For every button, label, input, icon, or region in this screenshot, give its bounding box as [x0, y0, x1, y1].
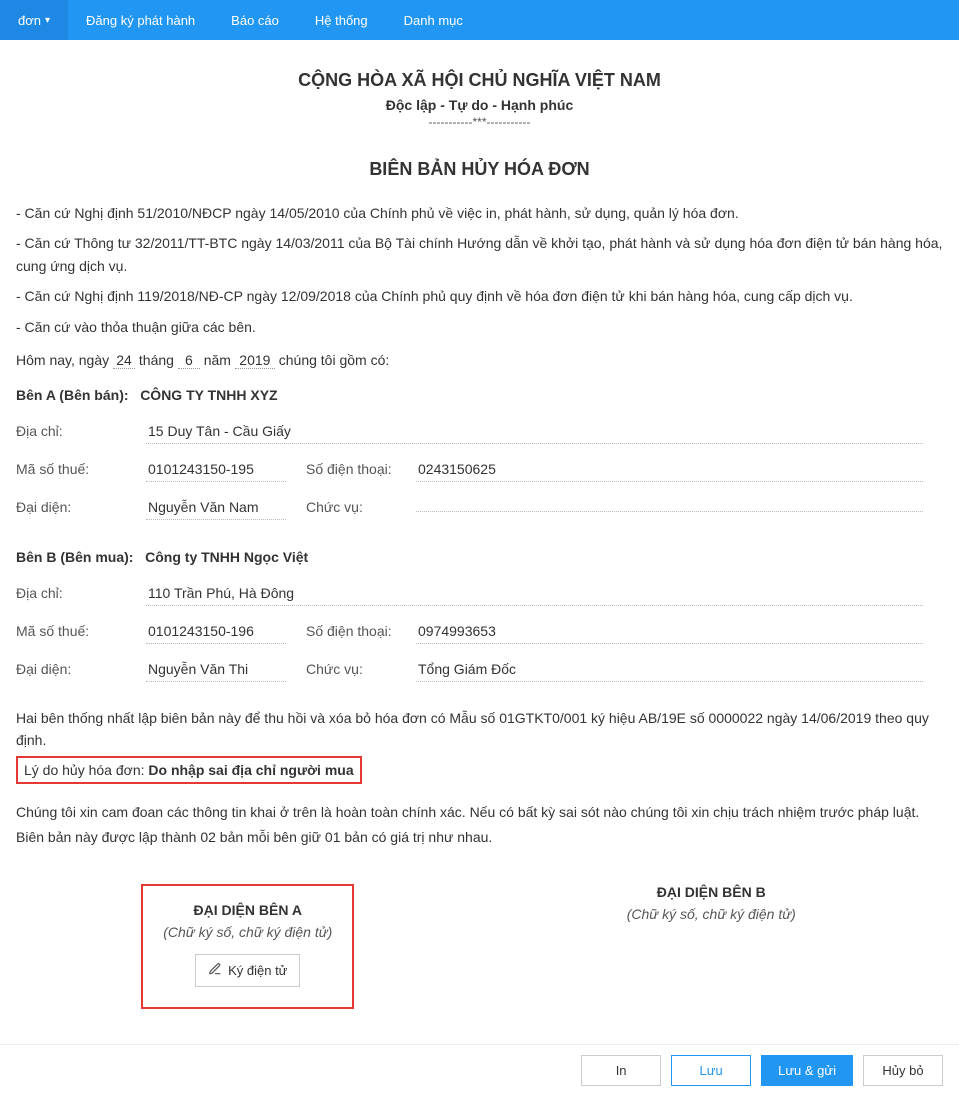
- label-tax: Mã số thuế:: [16, 461, 146, 477]
- cancel-button[interactable]: Hủy bỏ: [863, 1055, 943, 1086]
- basis-line: - Căn cứ vào thỏa thuận giữa các bên.: [16, 316, 943, 338]
- top-navbar: đơn ▾ Đăng ký phát hành Báo cáo Hệ thống…: [0, 0, 959, 40]
- document-title: BIÊN BẢN HỦY HÓA ĐƠN: [16, 159, 943, 180]
- label-phone: Số điện thoại:: [306, 461, 416, 477]
- party-b-position[interactable]: Tổng Giám Đốc: [416, 657, 923, 682]
- label-rep: Đại diện:: [16, 661, 146, 677]
- nav-item-don[interactable]: đơn ▾: [0, 0, 68, 40]
- party-a-phone[interactable]: 0243150625: [416, 457, 923, 482]
- signature-a-sub: (Chữ ký số, chữ ký điện tử): [163, 924, 332, 940]
- date-suffix: chúng tôi gồm có:: [279, 352, 390, 368]
- party-b-phone[interactable]: 0974993653: [416, 619, 923, 644]
- chevron-down-icon: ▾: [45, 15, 50, 26]
- basis-line: - Căn cứ Thông tư 32/2011/TT-BTC ngày 14…: [16, 232, 943, 277]
- print-button[interactable]: In: [581, 1055, 661, 1086]
- party-a-label: Bên A (Bên bán):: [16, 387, 129, 403]
- date-month[interactable]: 6: [178, 352, 200, 369]
- date-month-label: tháng: [139, 352, 174, 368]
- label-phone: Số điện thoại:: [306, 623, 416, 639]
- party-b-title-row: Bên B (Bên mua): Công ty TNHH Ngọc Việt: [16, 549, 943, 565]
- party-b-address[interactable]: 110 Trần Phú, Hà Đông: [146, 581, 923, 606]
- party-b-company: Công ty TNHH Ngọc Việt: [145, 549, 308, 565]
- signature-a-title: ĐẠI DIỆN BÊN A: [163, 902, 332, 918]
- signature-party-a: ĐẠI DIỆN BÊN A (Chữ ký số, chữ ký điện t…: [16, 884, 480, 1009]
- national-title: CỘNG HÒA XÃ HỘI CHỦ NGHĨA VIỆT NAM: [16, 70, 943, 91]
- date-prefix: Hôm nay, ngày: [16, 352, 109, 368]
- agreement-text: Hai bên thống nhất lập biên bản này để t…: [16, 707, 943, 752]
- label-tax: Mã số thuế:: [16, 623, 146, 639]
- date-year-label: năm: [204, 352, 231, 368]
- nav-item-bao-cao[interactable]: Báo cáo: [213, 0, 297, 40]
- sign-button-label: Ký điện tử: [228, 963, 287, 978]
- party-a-address[interactable]: 15 Duy Tân - Cầu Giấy: [146, 419, 923, 444]
- label-rep: Đại diện:: [16, 499, 146, 515]
- confirm-text: Chúng tôi xin cam đoan các thông tin kha…: [16, 800, 943, 850]
- basis-line: - Căn cứ Nghị định 51/2010/NĐCP ngày 14/…: [16, 202, 943, 224]
- header-divider: -----------***-----------: [16, 115, 943, 129]
- signature-a-highlight: ĐẠI DIỆN BÊN A (Chữ ký số, chữ ký điện t…: [141, 884, 354, 1009]
- digital-sign-button[interactable]: Ký điện tử: [195, 954, 300, 987]
- document-body: CỘNG HÒA XÃ HỘI CHỦ NGHĨA VIỆT NAM Độc l…: [0, 40, 959, 1044]
- basis-line: - Căn cứ Nghị định 119/2018/NĐ-CP ngày 1…: [16, 285, 943, 307]
- party-a-title-row: Bên A (Bên bán): CÔNG TY TNHH XYZ: [16, 387, 943, 403]
- nav-item-label: đơn: [18, 13, 41, 28]
- signature-area: ĐẠI DIỆN BÊN A (Chữ ký số, chữ ký điện t…: [16, 884, 943, 1009]
- date-day[interactable]: 24: [113, 352, 135, 369]
- party-b-label: Bên B (Bên mua):: [16, 549, 133, 565]
- save-send-button[interactable]: Lưu & gửi: [761, 1055, 853, 1086]
- party-b-tax[interactable]: 0101243150-196: [146, 619, 286, 644]
- party-a-company: CÔNG TY TNHH XYZ: [140, 387, 277, 403]
- party-a-tax[interactable]: 0101243150-195: [146, 457, 286, 482]
- confirm-line: Chúng tôi xin cam đoan các thông tin kha…: [16, 800, 943, 825]
- signature-b-title: ĐẠI DIỆN BÊN B: [480, 884, 944, 900]
- national-motto: Độc lập - Tự do - Hạnh phúc: [16, 97, 943, 113]
- party-a-rep[interactable]: Nguyễn Văn Nam: [146, 495, 286, 520]
- save-button[interactable]: Lưu: [671, 1055, 751, 1086]
- party-a-position[interactable]: [416, 503, 923, 512]
- nav-item-dang-ky[interactable]: Đăng ký phát hành: [68, 0, 213, 40]
- footer-toolbar: In Lưu Lưu & gửi Hủy bỏ: [0, 1044, 959, 1096]
- label-address: Địa chỉ:: [16, 585, 146, 601]
- cancel-reason-value: Do nhập sai địa chỉ người mua: [148, 762, 353, 778]
- label-address: Địa chỉ:: [16, 423, 146, 439]
- cancel-reason-label: Lý do hủy hóa đơn:: [24, 762, 148, 778]
- date-year[interactable]: 2019: [235, 352, 275, 369]
- confirm-line: Biên bản này được lập thành 02 bản mỗi b…: [16, 825, 943, 850]
- signature-party-b: ĐẠI DIỆN BÊN B (Chữ ký số, chữ ký điện t…: [480, 884, 944, 1009]
- nav-item-danh-muc[interactable]: Danh mục: [386, 0, 481, 40]
- label-position: Chức vụ:: [306, 499, 416, 515]
- signature-b-sub: (Chữ ký số, chữ ký điện tử): [480, 906, 944, 922]
- party-b-rep[interactable]: Nguyễn Văn Thi: [146, 657, 286, 682]
- date-line: Hôm nay, ngày 24 tháng 6 năm 2019 chúng …: [16, 352, 943, 369]
- label-position: Chức vụ:: [306, 661, 416, 677]
- legal-basis: - Căn cứ Nghị định 51/2010/NĐCP ngày 14/…: [16, 202, 943, 338]
- nav-item-he-thong[interactable]: Hệ thống: [297, 0, 386, 40]
- cancel-reason-box: Lý do hủy hóa đơn: Do nhập sai địa chỉ n…: [16, 756, 362, 784]
